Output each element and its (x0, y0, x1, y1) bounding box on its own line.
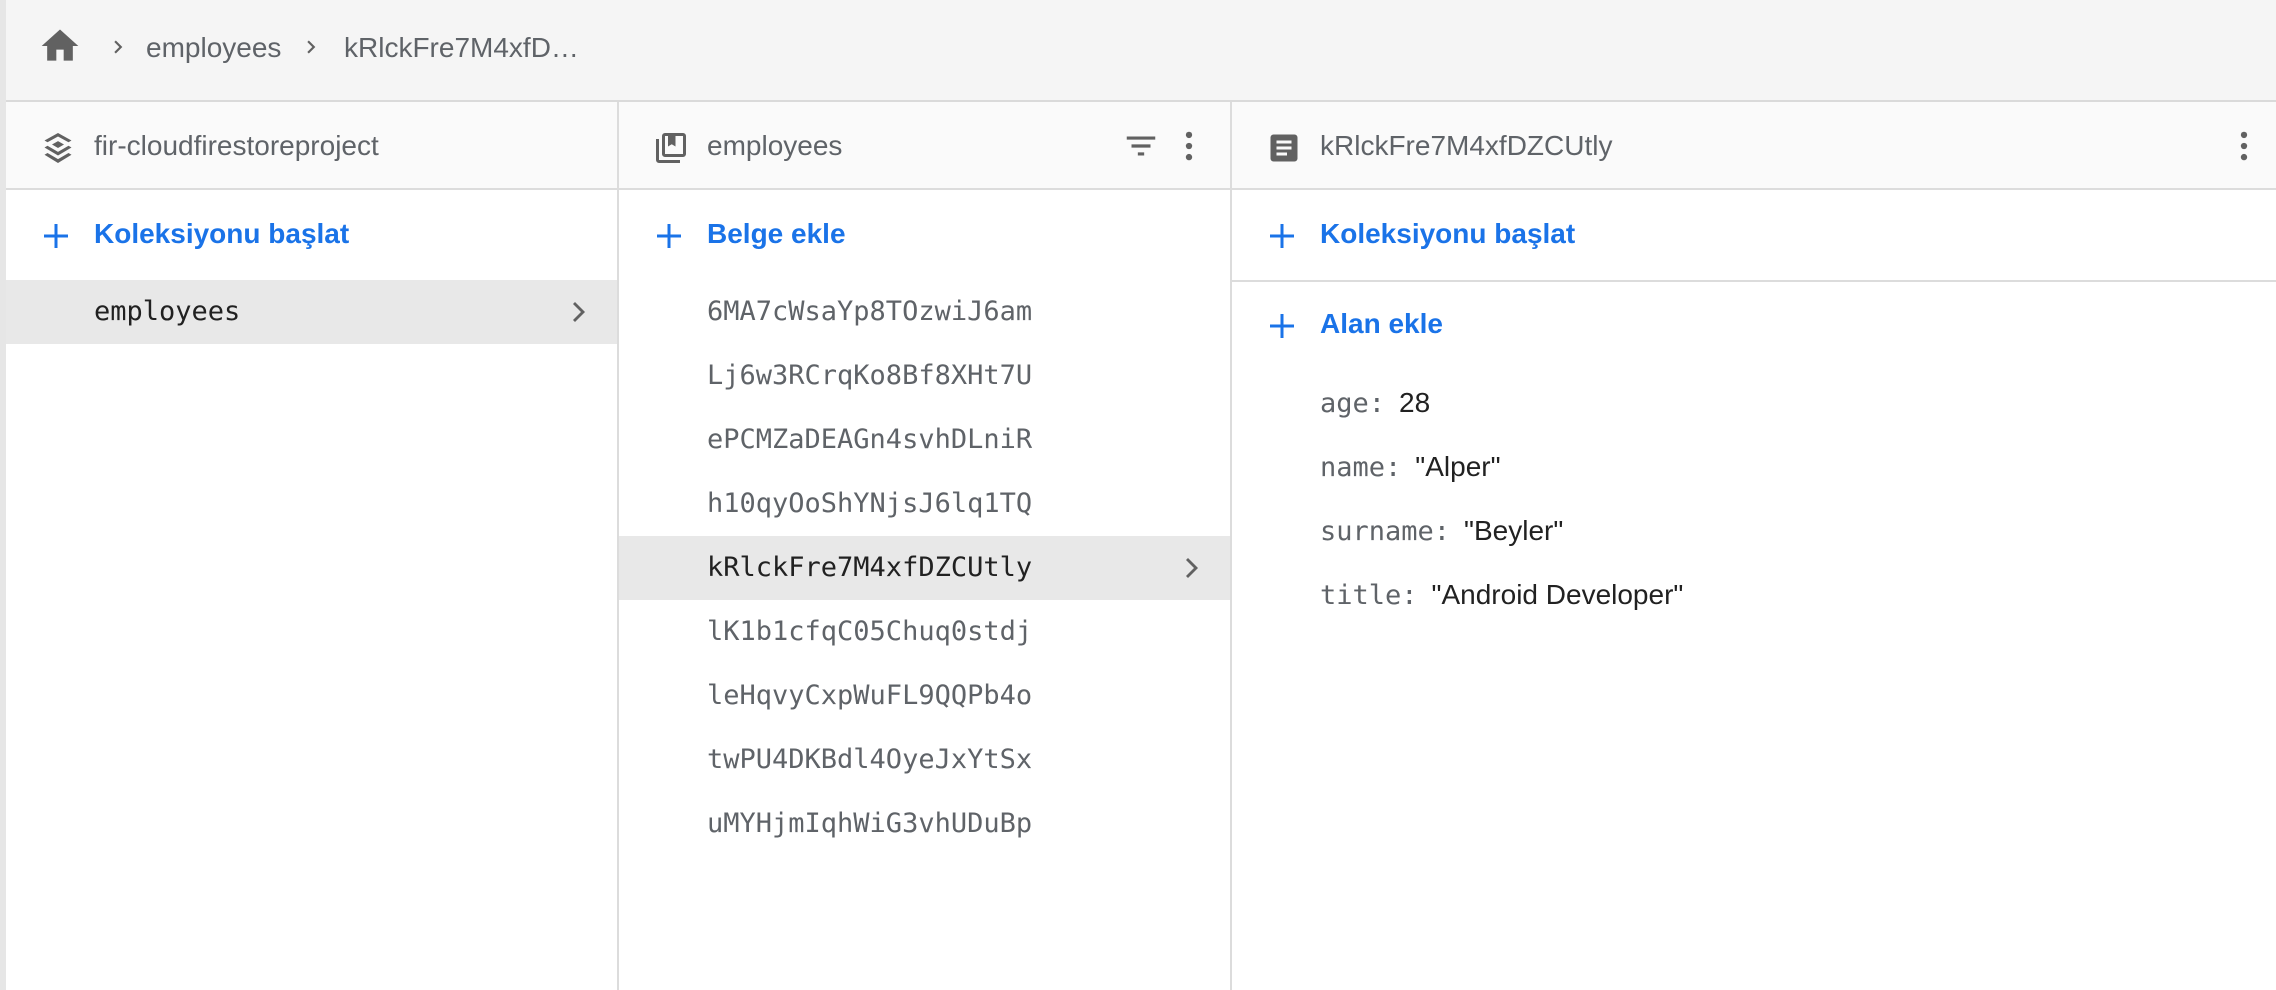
document-panel-header: kRlckFre7M4xfDZCUtly (1232, 102, 2276, 190)
field-row[interactable]: surname: "Beyler" (1320, 506, 1563, 556)
collection-title: employees (707, 130, 843, 161)
field-value: "Beyler" (1464, 515, 1564, 546)
filter-button[interactable] (1119, 124, 1163, 168)
add-document-label: Belge ekle (707, 218, 846, 249)
start-subcollection-label: Koleksiyonu başlat (1320, 218, 1576, 249)
add-field-label: Alan ekle (1320, 308, 1443, 339)
document-item[interactable]: leHqvyCxpWuFL9QQPb4o (619, 664, 1230, 728)
project-title: fir-cloudfirestoreproject (94, 130, 379, 161)
field-row[interactable]: name: "Alper" (1320, 442, 1501, 492)
root-panel-header: fir-cloudfirestoreproject (6, 102, 617, 190)
add-field-button[interactable]: Alan ekle (1232, 282, 2276, 370)
root-panel: fir-cloudfirestoreproject Koleksiyonu ba… (6, 102, 619, 990)
breadcrumb: employees kRlckFre7M4xfD… (6, 0, 2276, 102)
document-id: lK1b1cfqC05Chuq0stdj (707, 616, 1033, 647)
plus-icon (1270, 224, 1294, 248)
field-key: surname: (1320, 515, 1451, 547)
firestore-console: employees kRlckFre7M4xfD… fir-cloudfires… (0, 0, 2276, 990)
document-id: 6MA7cWsaYp8TOzwiJ6am (707, 296, 1033, 327)
document-id: kRlckFre7M4xfDZCUtly (707, 552, 1033, 583)
add-document-button[interactable]: Belge ekle (619, 192, 1230, 280)
collection-more-button[interactable] (1167, 124, 1211, 168)
firestore-stack-icon (44, 133, 72, 163)
breadcrumb-item-employees[interactable]: employees (146, 28, 281, 68)
document-item-selected[interactable]: kRlckFre7M4xfDZCUtly (619, 536, 1230, 600)
chevron-right-icon (114, 40, 123, 54)
document-id: Lj6w3RCrqKo8Bf8XHt7U (707, 360, 1033, 391)
start-collection-label: Koleksiyonu başlat (94, 218, 350, 249)
document-id: uMYHjmIqhWiG3vhUDuBp (707, 808, 1033, 839)
collection-panel-header: employees (619, 102, 1230, 190)
collection-panel: employees Belge ekle 6MA7cWsaYp8TOzwiJ6a… (619, 102, 1232, 990)
document-id: h10qyOoShYNjsJ6lq1TQ (707, 488, 1033, 519)
chevron-right-icon (1186, 558, 1198, 578)
field-row[interactable]: age: 28 (1320, 378, 1430, 428)
filter-icon (1126, 136, 1156, 156)
more-vert-icon (1185, 131, 1193, 161)
collection-icon (656, 133, 686, 163)
document-id: leHqvyCxpWuFL9QQPb4o (707, 680, 1033, 711)
document-more-button[interactable] (2222, 124, 2266, 168)
home-icon[interactable] (38, 24, 82, 68)
document-id: ePCMZaDEAGn4svhDLniR (707, 424, 1033, 455)
chevron-right-icon (307, 40, 316, 54)
document-item[interactable]: uMYHjmIqhWiG3vhUDuBp (619, 792, 1230, 856)
field-row[interactable]: title: "Android Developer" (1320, 570, 1683, 620)
chevron-right-icon (573, 302, 585, 322)
field-value: "Android Developer" (1431, 579, 1684, 610)
document-item[interactable]: Lj6w3RCrqKo8Bf8XHt7U (619, 344, 1230, 408)
collection-item-employees[interactable]: employees (6, 280, 617, 344)
field-key: name: (1320, 451, 1402, 483)
field-key: title: (1320, 579, 1418, 611)
start-collection-button[interactable]: Koleksiyonu başlat (6, 192, 617, 280)
document-item[interactable]: h10qyOoShYNjsJ6lq1TQ (619, 472, 1230, 536)
document-item[interactable]: lK1b1cfqC05Chuq0stdj (619, 600, 1230, 664)
document-icon (1270, 134, 1298, 162)
document-item[interactable]: 6MA7cWsaYp8TOzwiJ6am (619, 280, 1230, 344)
document-item[interactable]: twPU4DKBdl4OyeJxYtSx (619, 728, 1230, 792)
collection-item-label: employees (94, 296, 241, 327)
document-title: kRlckFre7M4xfDZCUtly (1320, 130, 1613, 161)
document-panel: kRlckFre7M4xfDZCUtly Koleksiyonu başlat … (1232, 102, 2276, 990)
more-vert-icon (2240, 131, 2248, 161)
start-subcollection-button[interactable]: Koleksiyonu başlat (1232, 192, 2276, 280)
plus-icon (1270, 314, 1294, 338)
document-item[interactable]: ePCMZaDEAGn4svhDLniR (619, 408, 1230, 472)
field-value: 28 (1399, 387, 1431, 418)
plus-icon (44, 224, 68, 248)
field-value: "Alper" (1415, 451, 1501, 482)
document-id: twPU4DKBdl4OyeJxYtSx (707, 744, 1033, 775)
breadcrumb-item-document[interactable]: kRlckFre7M4xfD… (344, 28, 579, 68)
field-key: age: (1320, 387, 1386, 419)
plus-icon (657, 224, 681, 248)
